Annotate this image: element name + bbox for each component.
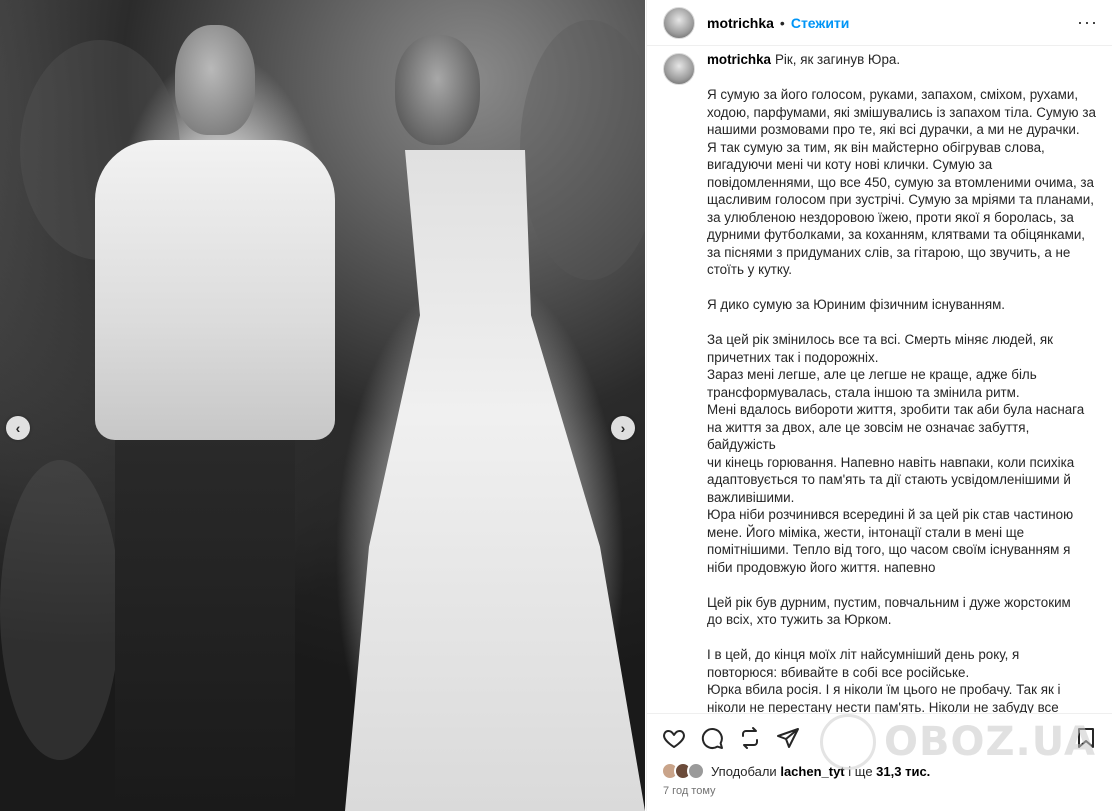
- caption-first-line: motrichka Рік, як загинув Юра.: [707, 51, 1097, 69]
- caption-line: Я дико сумую за Юриним фізичним існуванн…: [707, 297, 1006, 312]
- header-username[interactable]: motrichka: [707, 15, 774, 31]
- caption-line: трансформувалась, стала іншою та змінила…: [707, 384, 1020, 400]
- caption-line: причетних так і подорожніх.: [707, 349, 879, 365]
- caption-line: мене. Його міміка, жести, інтонації стал…: [707, 524, 1025, 540]
- carousel-prev-button[interactable]: ‹: [6, 416, 30, 440]
- follow-button[interactable]: Стежити: [791, 15, 850, 31]
- caption-gap: [707, 279, 1097, 297]
- caption-line: ніби продовжую його життя. напевно: [707, 559, 936, 575]
- caption-username[interactable]: motrichka: [707, 52, 771, 67]
- action-bar: [647, 713, 1112, 761]
- caption-line: За цей рік змінилось все та всі. Смерть …: [707, 332, 1054, 347]
- caption-gap: [707, 576, 1097, 594]
- caption-line: щасливим голосом при зустрічі. Сумую за …: [707, 192, 1094, 207]
- caption-line: вигадуючи мені чи коту нові клички. Суму…: [707, 157, 993, 172]
- likes-user-link[interactable]: lachen_tyt: [780, 764, 844, 779]
- caption-line: Юра ніби розчинився всередині й за цей р…: [707, 507, 1074, 522]
- likes-count[interactable]: 31,3 тис.: [876, 764, 930, 779]
- caption-first-text: Рік, як загинув Юра.: [775, 52, 901, 67]
- caption-line: Цей рік був дурним, пустим, повчальним і…: [707, 594, 1071, 610]
- caption-line: помітнішими. Тепло від того, що часом св…: [707, 542, 1071, 557]
- photo-man-pants: [115, 430, 295, 811]
- caption-line: дурними футболками, за коханням, клятвам…: [707, 227, 1086, 242]
- photo-foliage: [520, 20, 645, 280]
- caption-line: Мені вдалось виборoти життя, зробити так…: [707, 402, 1085, 417]
- post-timestamp[interactable]: 7 год тому: [663, 785, 716, 797]
- likes-suffix: і ще: [848, 763, 873, 779]
- repost-icon[interactable]: [737, 725, 763, 751]
- post-header: motrichka • Стежити ···: [647, 0, 1112, 46]
- avatar[interactable]: [663, 6, 695, 39]
- more-options-icon[interactable]: ···: [1077, 12, 1098, 33]
- photo-man-shirt: [95, 140, 335, 440]
- caption-line: на життя за двох, але це зовсім не означ…: [707, 419, 1030, 453]
- caption-line: Зараз мені легше, але це легше не краще,…: [707, 367, 1037, 382]
- caption-gap: [707, 629, 1097, 647]
- photo-foliage: [0, 460, 120, 760]
- caption-line: Я сумую за його голосом, руками, запахом…: [707, 87, 1079, 102]
- caption-line: повторюся: вбивайте в собі все російське…: [707, 664, 970, 680]
- caption-line: чи кінець горювання. Напевно навіть навп…: [707, 454, 1075, 470]
- caption-line: Я так сумую за тим, як він майстерно обі…: [707, 139, 1045, 155]
- liker-avatars: [661, 762, 705, 780]
- comment-icon[interactable]: [699, 725, 725, 751]
- caption-line: Юрка вбила росія. І я ніколи їм цього не…: [707, 682, 1061, 697]
- caption-row: motrichka Рік, як загинув Юра. Я сумую за…: [663, 51, 1097, 713]
- caption-line: за піснями з придуманих слів, за гітарою…: [707, 244, 1071, 260]
- carousel-next-button[interactable]: ›: [611, 416, 635, 440]
- caption-line: повідомленнями, що все 450, сумую за вто…: [707, 174, 1094, 190]
- caption-line: І в цей, до кінця моїх літ найсумніший д…: [707, 647, 1020, 662]
- likes-summary[interactable]: Уподобали lachen_tyt і ще 31,3 тис.: [661, 762, 930, 780]
- caption-line: ходою, парфумами, які змішувались із зап…: [707, 104, 1096, 120]
- caption-line: до всіх, хто тужить за Юрком.: [707, 612, 892, 627]
- caption-area[interactable]: motrichka Рік, як загинув Юра. Я сумую за…: [647, 47, 1112, 713]
- likes-prefix: Уподобали: [711, 763, 777, 779]
- post-photo[interactable]: ‹ ›: [0, 0, 645, 811]
- chevron-left-icon: ‹: [15, 420, 21, 436]
- caption-gap: [707, 69, 1097, 87]
- caption-gap: [707, 314, 1097, 332]
- caption-line: стоїть у кутку.: [707, 262, 793, 277]
- photo-man-head: [175, 25, 255, 135]
- avatar[interactable]: [663, 53, 695, 85]
- caption-line: важливішими.: [707, 489, 795, 505]
- caption-text: motrichka Рік, як загинув Юра. Я сумую за…: [707, 51, 1097, 713]
- header-separator: •: [779, 14, 785, 31]
- caption-line: адаптовується то пам'ять та дії стають у…: [707, 472, 1071, 487]
- avatar: [687, 762, 705, 780]
- bookmark-icon[interactable]: [1073, 725, 1099, 751]
- chevron-right-icon: ›: [620, 420, 626, 436]
- caption-line: нашими розмовами про те, які всі дурачки…: [707, 122, 1080, 137]
- post-sidebar: motrichka • Стежити ··· motrichka Рік, як…: [646, 0, 1112, 811]
- caption-line: ніколи не перестану нести пам'ять. Нікол…: [707, 699, 1059, 714]
- send-icon[interactable]: [775, 725, 801, 751]
- caption-line: за улюбленою нездоровою їжею, проти якої…: [707, 209, 1074, 225]
- photo-woman-head: [395, 35, 480, 145]
- heart-icon[interactable]: [661, 725, 687, 751]
